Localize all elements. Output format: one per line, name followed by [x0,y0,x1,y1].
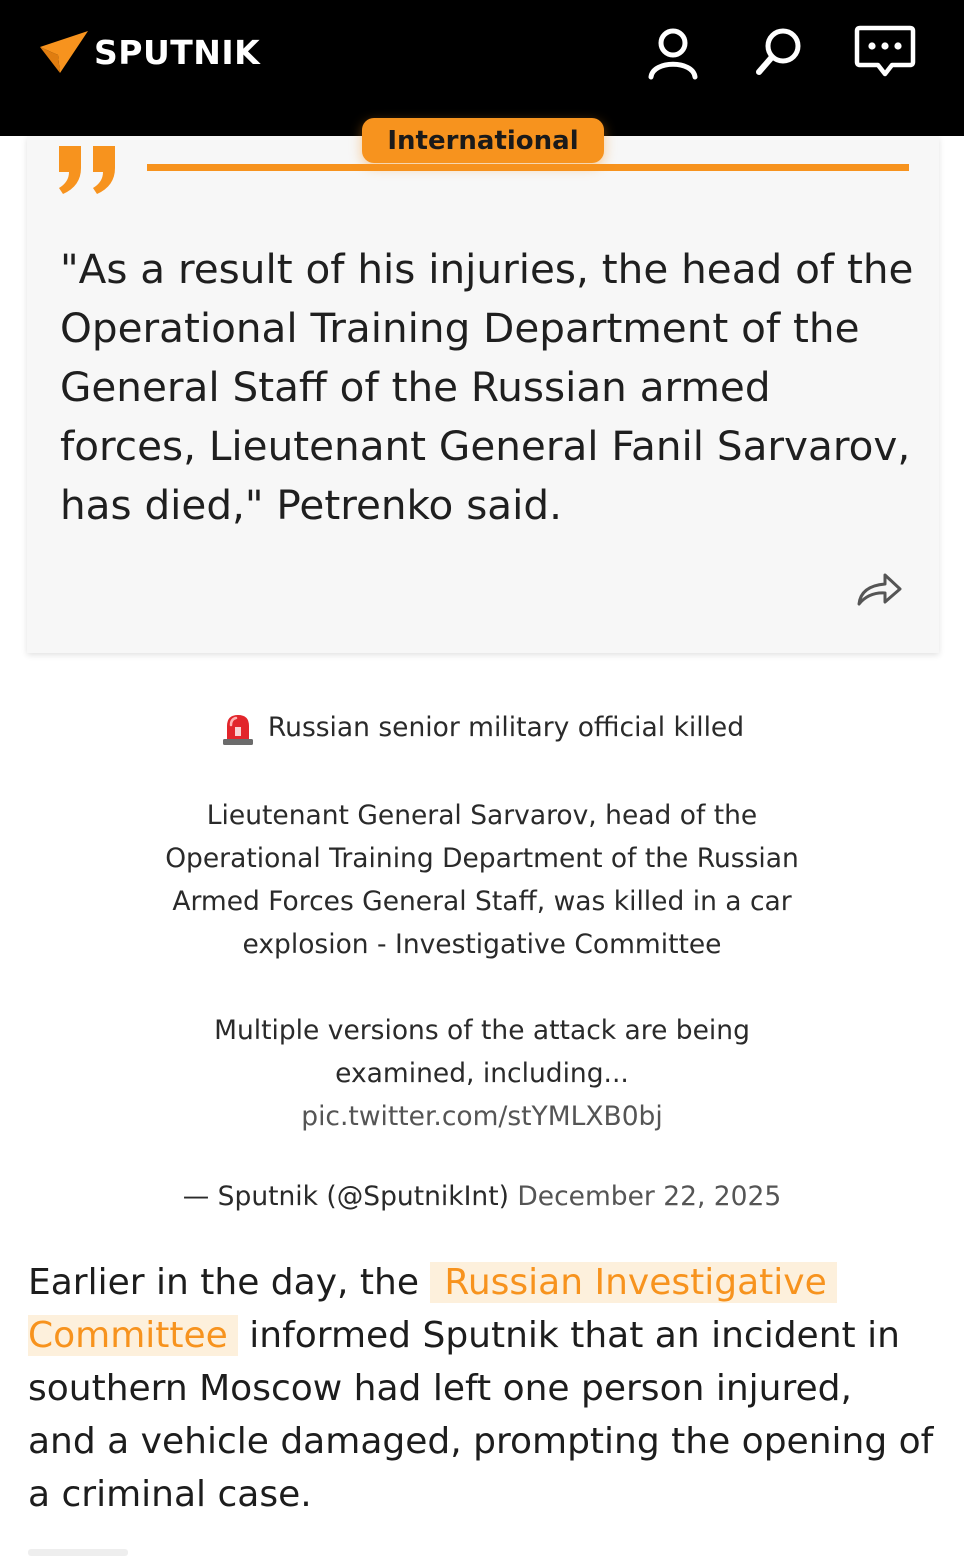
quote-line: Operational Training Department of the [60,304,860,352]
site-header: SPUTNIK [0,0,964,136]
search-button[interactable] [747,22,811,82]
tweet-line: Lieutenant General Sarvarov, head of the [206,800,758,831]
user-icon [648,28,698,80]
tweet-date[interactable]: December 22, 2025 [517,1181,781,1212]
quote-line: General Staff of the Russian armed [60,363,771,411]
article-line: Earlier in the day, the Russian Investig… [28,1256,938,1309]
article-line: Committee informed Sputnik that an incid… [28,1309,938,1362]
article-line: southern Moscow had left one person inju… [28,1368,852,1409]
sputnik-arrow-logo [40,31,88,73]
tweet-attribution: — Sputnik (@SputnikInt) December 22, 202… [100,1176,864,1218]
user-button[interactable] [641,22,705,82]
chat-icon [854,25,916,77]
article-line: a criminal case. [28,1474,312,1515]
bottom-divider [28,1549,128,1556]
siren-icon [222,715,253,745]
tweet-paragraph: Multiple versions of the attack are bein… [100,1009,864,1138]
tweet-line: Multiple versions of the attack are bein… [214,1015,750,1046]
investigative-committee-link[interactable]: Committee [28,1315,238,1356]
quote-card: "As a result of his injuries, the head o… [27,136,939,653]
logo-text: SPUTNIK [94,32,261,72]
tweet-pic-link[interactable]: pic.twitter.com/stYMLXB0bj [100,1095,864,1138]
investigative-committee-link[interactable]: Russian Investigative [430,1262,837,1303]
tweet-author[interactable]: — Sputnik (@SputnikInt) [183,1181,509,1212]
tweet-line: examined, including... [335,1058,629,1089]
share-icon[interactable] [855,570,903,610]
article-line: and a vehicle damaged, prompting the ope… [28,1421,934,1462]
quote-line: has died," Petrenko said. [60,481,562,529]
tweet-headline-text: Russian senior military official killed [267,712,745,743]
quote-icon [59,146,115,194]
quote-text: "As a result of his injuries, the head o… [60,240,920,535]
quote-divider [147,164,909,171]
quote-line: forces, Lieutenant General Fanil Sarvaro… [60,422,911,470]
chat-button[interactable] [853,22,917,82]
quote-line: "As a result of his injuries, the head o… [60,245,914,293]
tweet-headline: Russian senior military official killed [100,708,864,748]
tweet-line: Armed Forces General Staff, was killed i… [172,886,792,917]
category-badge[interactable]: International [362,118,604,163]
tweet-line: explosion - Investigative Committee [242,929,722,960]
article-text: informed Sputnik that an incident in [237,1315,900,1356]
tweet-line: Operational Training Department of the R… [165,843,799,874]
tweet-paragraph: Lieutenant General Sarvarov, head of the… [100,794,864,966]
search-icon [756,28,801,75]
article-text: Earlier in the day, the [28,1262,431,1303]
sputnik-logo[interactable]: SPUTNIK [38,28,260,76]
article-paragraph: Earlier in the day, the Russian Investig… [28,1256,938,1521]
